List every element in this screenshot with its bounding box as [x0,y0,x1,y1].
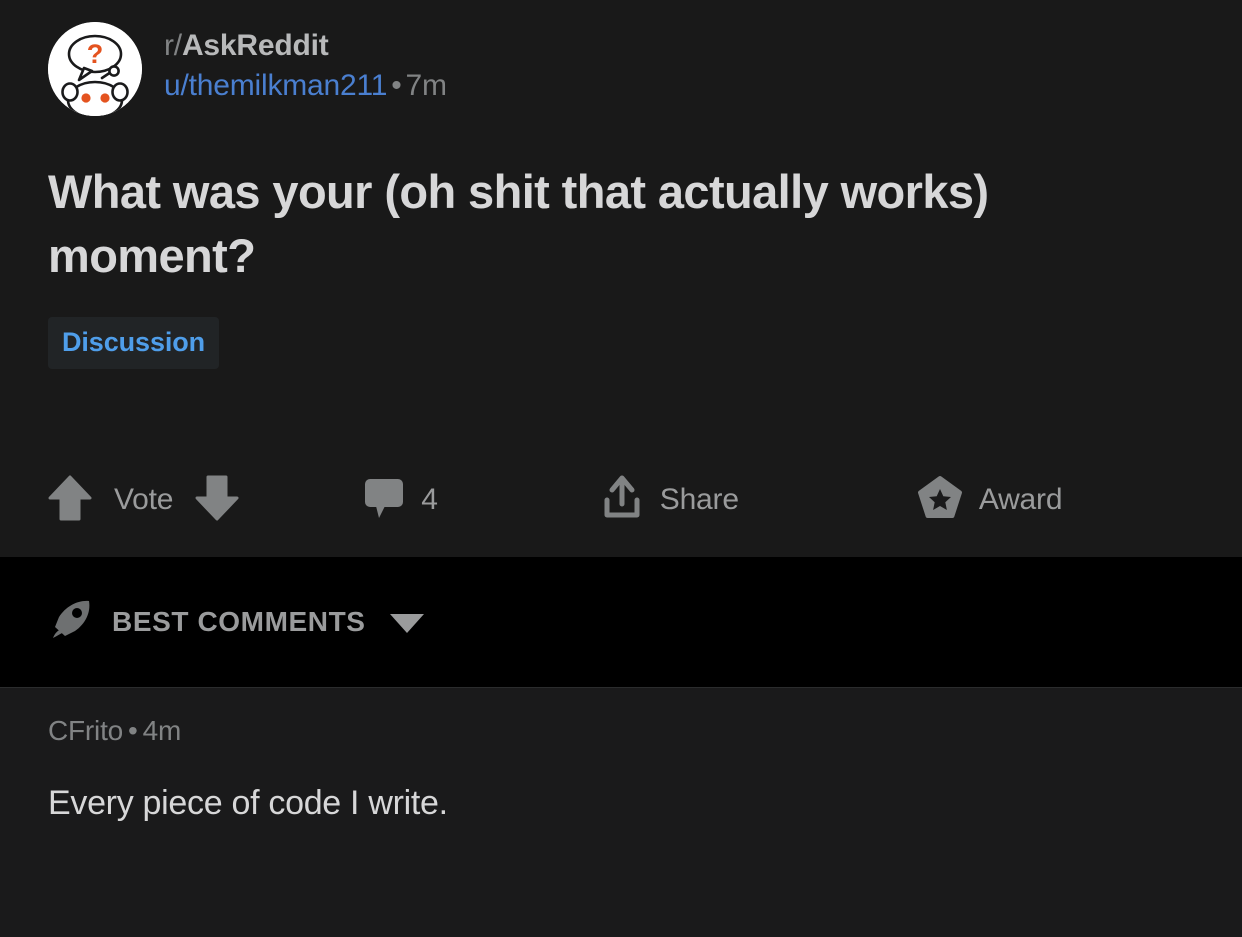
comment-age: 4m [142,715,182,746]
subreddit-prefix: r/ [164,29,182,62]
comment-sort-bar[interactable]: BEST COMMENTS [0,557,1242,688]
post-comments-button[interactable]: 4 [363,476,438,525]
post-flair-badge[interactable]: Discussion [48,316,220,369]
award-label: Award [978,483,1063,516]
post-header-text: r/AskReddit u/themilkman211 • 7m [164,22,447,105]
svg-text:?: ? [87,39,104,69]
reddit-post-screen: ? r/AskReddit u/themilkman211 • 7m What … [0,0,1242,937]
post-vote-group: Vote [48,474,239,527]
post-comment-count: 4 [421,483,438,516]
post-container: ? r/AskReddit u/themilkman211 • 7m What … [0,0,1242,557]
comment-sort-label: BEST COMMENTS [112,606,366,637]
share-button[interactable]: Share [600,474,739,527]
post-vote-label[interactable]: Vote [114,483,173,517]
award-button[interactable]: Award [917,475,1063,526]
askreddit-snoo-avatar-icon[interactable]: ? [48,22,142,116]
comment-item: CFrito • 4m Every piece of code I write. [0,688,1242,937]
chevron-down-icon[interactable] [389,614,424,633]
share-icon [600,474,644,527]
comment-meta-separator: • [128,715,138,746]
comment-sort-control[interactable]: BEST COMMENTS [48,597,424,648]
post-age: 7m [405,69,447,102]
post-title[interactable]: What was your (oh shit that actually wor… [48,160,1058,289]
post-author-link[interactable]: u/themilkman211 [164,69,387,102]
upvote-arrow-icon[interactable] [48,474,92,527]
comment-body: Every piece of code I write. [48,784,448,822]
comment-author[interactable]: CFrito [48,715,123,746]
subreddit-link[interactable]: r/AskReddit [164,27,447,65]
post-header: ? r/AskReddit u/themilkman211 • 7m [48,22,1194,122]
downvote-arrow-icon[interactable] [195,474,239,527]
post-action-bar: Vote 4 Share Award [48,465,1202,535]
post-meta-separator: • [391,69,402,102]
award-badge-icon [917,475,963,526]
comment-meta: CFrito • 4m [48,714,1202,748]
share-label: Share [659,483,739,516]
subreddit-name: AskReddit [181,29,329,62]
comment-bubble-icon [363,476,405,525]
rocket-icon [48,597,94,648]
post-author-line: u/themilkman211 • 7m [164,67,447,105]
